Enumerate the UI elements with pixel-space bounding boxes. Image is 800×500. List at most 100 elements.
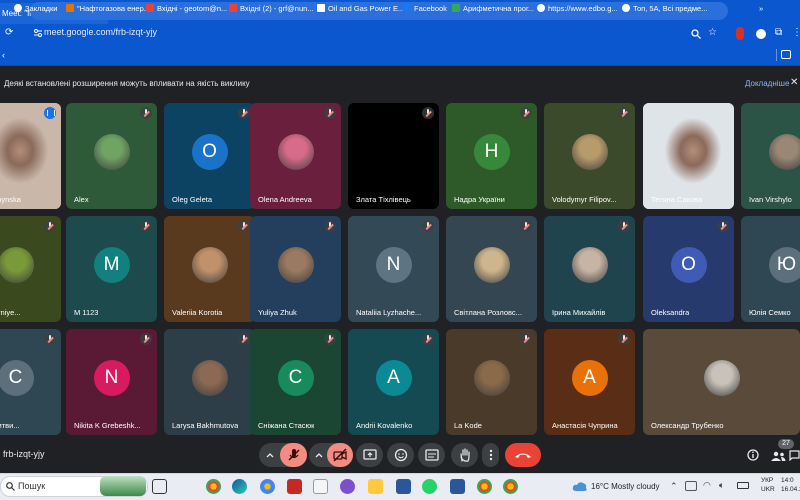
avatar: С: [277, 360, 314, 396]
participant-tile[interactable]: Олександр Трубенко: [643, 329, 800, 435]
participant-tile[interactable]: Н Надра України: [446, 103, 537, 209]
extensions-puzzle-icon[interactable]: ⧉: [775, 27, 782, 38]
camera-options-chevron-icon[interactable]: [315, 452, 323, 458]
display-icon[interactable]: [685, 481, 697, 491]
participant-tile[interactable]: M M 1123: [66, 216, 157, 322]
network-icon[interactable]: ◠: [703, 480, 711, 491]
avatar-photo: [768, 134, 800, 170]
bookmark-item[interactable]: Топ, 5А, Всі предме...: [622, 4, 707, 13]
language-indicator[interactable]: УКР UKR: [761, 476, 775, 494]
bookmark-item[interactable]: Вхідні - geotom@n...: [146, 4, 227, 13]
chat-icon[interactable]: [789, 450, 800, 461]
reload-icon[interactable]: ⟳: [5, 27, 13, 38]
participant-tile[interactable]: A Анастасія Чуприна: [544, 329, 635, 435]
participant-name: Ivan Virshylo: [749, 195, 792, 204]
all-bookmarks-folder-icon[interactable]: [781, 50, 791, 59]
mic-options-chevron-icon[interactable]: [266, 452, 274, 458]
avatar: O: [191, 134, 228, 170]
leave-call-button[interactable]: [505, 443, 541, 467]
star-icon: [14, 4, 22, 12]
bookmark-item[interactable]: "Нафтогазова енер...: [66, 4, 150, 13]
participant-tile[interactable]: С Сніжана Стасюк: [250, 329, 341, 435]
chrome-icon-2[interactable]: [477, 479, 492, 494]
participant-tile[interactable]: Yuliya Zhuk: [250, 216, 341, 322]
dismiss-warning-icon[interactable]: ✕: [790, 77, 798, 88]
participant-tile[interactable]: A Andrii Kovalenko: [348, 329, 439, 435]
muted-mic-icon: [520, 107, 532, 119]
participant-tile[interactable]: Світлана Розловс...: [446, 216, 537, 322]
save-icon[interactable]: [396, 479, 411, 494]
meeting-info-icon[interactable]: [747, 449, 759, 461]
zoom-icon[interactable]: [691, 29, 701, 39]
raise-hand-button[interactable]: [451, 443, 478, 467]
camera-off-button[interactable]: [327, 443, 353, 467]
emoji-icon: [394, 448, 407, 462]
participant-tile[interactable]: Ірина Михайлів: [544, 216, 635, 322]
mic-off-button[interactable]: [280, 443, 307, 467]
participant-tile[interactable]: a Cherniye...: [0, 216, 61, 322]
participant-tile[interactable]: Злата Тіхлівець: [348, 103, 439, 209]
participant-tile[interactable]: Слав Литви...: [0, 329, 61, 435]
bookmark-item[interactable]: Закладки: [14, 4, 57, 13]
whatsapp-icon[interactable]: [422, 479, 437, 494]
details-link[interactable]: Докладніше: [745, 79, 789, 88]
captions-button[interactable]: [418, 443, 445, 467]
participant-tile[interactable]: Ю Юлія Семко: [741, 216, 800, 322]
weather-text[interactable]: 16°C Mostly cloudy: [591, 482, 660, 491]
edge-icon[interactable]: [232, 479, 247, 494]
viber-icon[interactable]: [340, 479, 355, 494]
participant-count-badge: 27: [778, 439, 794, 449]
people-icon[interactable]: [770, 451, 786, 461]
participant-tile[interactable]: N Nataliia Lyzhache...: [348, 216, 439, 322]
task-view-icon[interactable]: [152, 479, 167, 494]
bookmark-item[interactable]: Facebook: [403, 4, 447, 13]
participant-tile[interactable]: N Nikita K Grebeshk...: [66, 329, 157, 435]
avatar-photo: [191, 360, 228, 396]
bookmark-label: Топ, 5А, Всі предме...: [633, 4, 708, 13]
bookmarks-bar: [0, 46, 800, 66]
app-icon-2[interactable]: [313, 479, 328, 494]
participant-tile[interactable]: Alex: [66, 103, 157, 209]
chrome-icon-3[interactable]: [503, 479, 518, 494]
participant-tile[interactable]: Ivan Virshylo: [741, 103, 800, 209]
apps-icon[interactable]: ‹: [2, 50, 5, 60]
participant-tile[interactable]: Olena Andreeva: [250, 103, 341, 209]
participant-name: лав Литви...: [0, 421, 20, 430]
reactions-button[interactable]: [387, 443, 414, 467]
participant-tile[interactable]: O Oleksandra: [643, 216, 734, 322]
system-clock[interactable]: 14:0 16.04.2: [781, 476, 800, 494]
bookmark-star-icon[interactable]: ☆: [708, 27, 717, 38]
participant-tile[interactable]: a Buchynska: [0, 103, 61, 209]
bookmarks-overflow-icon[interactable]: »: [759, 4, 763, 13]
participant-tile[interactable]: La Kode: [446, 329, 537, 435]
bookmark-item[interactable]: Oil and Gas Power E...: [317, 4, 404, 13]
bookmark-item[interactable]: Арифметична прог...: [452, 4, 534, 13]
participant-tile[interactable]: Volodymyr Filipov...: [544, 103, 635, 209]
chrome-profile-icon[interactable]: [260, 479, 275, 494]
tray-overflow-icon[interactable]: ⌃: [670, 481, 678, 492]
participant-name: a Cherniye...: [0, 308, 21, 317]
bookmark-item[interactable]: https://www.edbo.g...: [537, 4, 618, 13]
bookmark-item[interactable]: Вхідні (2) - grf@nun...: [229, 4, 314, 13]
participant-tile[interactable]: Valeriia Korotia: [164, 216, 255, 322]
more-options-button[interactable]: [482, 443, 499, 467]
globe-icon: [537, 4, 545, 12]
chrome-icon[interactable]: [206, 479, 221, 494]
participant-tile[interactable]: Тетяна Сакова: [643, 103, 734, 209]
mic-off-icon: [287, 449, 300, 461]
app-icon[interactable]: [287, 479, 302, 494]
volume-icon[interactable]: 🔈︎: [719, 480, 724, 491]
extension-icon[interactable]: [736, 27, 744, 40]
avatar: O: [670, 247, 707, 283]
battery-icon[interactable]: [737, 482, 749, 489]
file-explorer-icon[interactable]: [368, 479, 383, 494]
word-icon[interactable]: [450, 479, 465, 494]
avatar-photo: [277, 134, 314, 170]
participant-tile[interactable]: O Oleg Geleta: [164, 103, 255, 209]
participant-tile[interactable]: Larysa Bakhmutova: [164, 329, 255, 435]
present-screen-button[interactable]: [356, 443, 383, 467]
muted-mic-icon: [618, 333, 630, 345]
site-info-icon[interactable]: [34, 29, 42, 37]
extension-badge-icon[interactable]: [756, 29, 766, 39]
menu-icon[interactable]: ⋮: [792, 27, 800, 38]
